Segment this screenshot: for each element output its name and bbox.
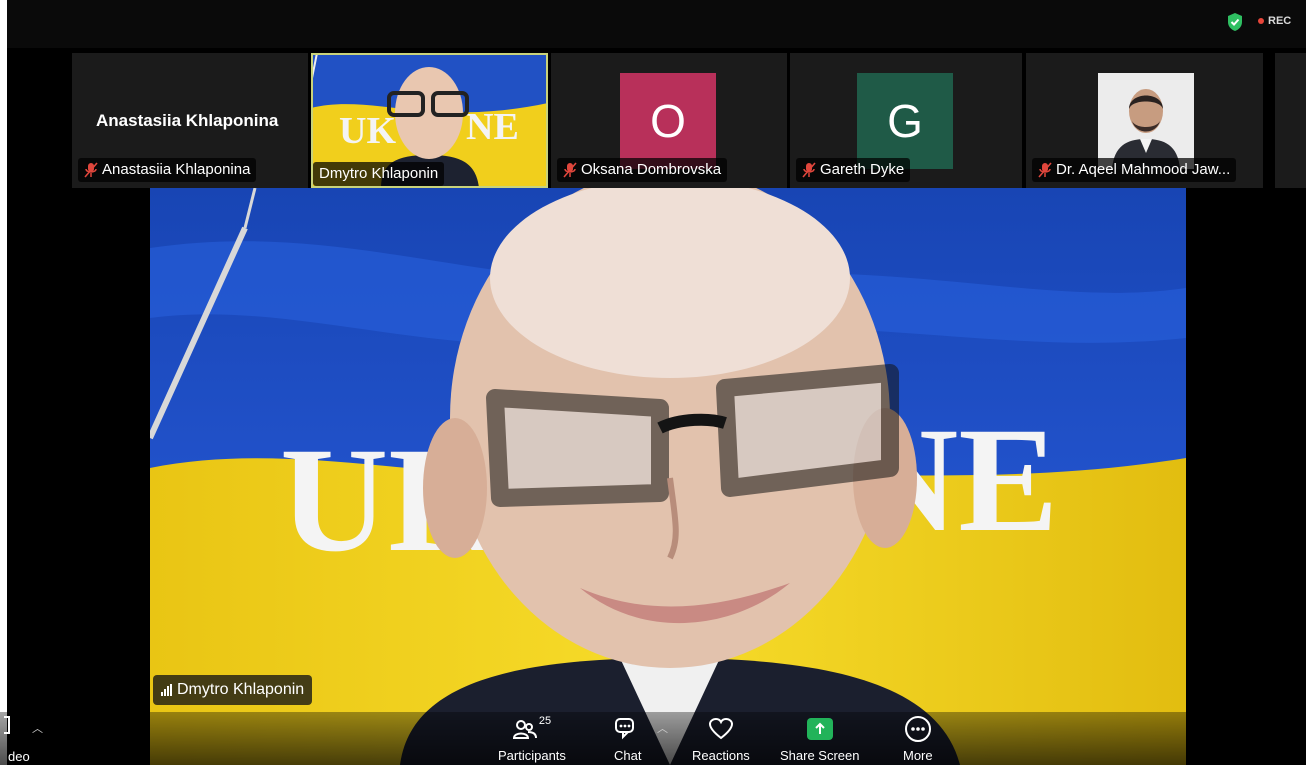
chat-label: Chat bbox=[614, 748, 642, 763]
participant-name-tag: Oksana Dombrovska bbox=[557, 158, 728, 182]
video-options-caret-icon[interactable]: ︿ bbox=[32, 720, 43, 736]
video-control-icon[interactable] bbox=[4, 716, 10, 734]
participant-tile-anastasiia[interactable]: Anastasiia Khlaponina Anastasiia Khlapon… bbox=[72, 53, 308, 188]
video-button-label[interactable]: deo bbox=[8, 749, 30, 764]
meeting-top-bar bbox=[7, 0, 1306, 48]
participants-count: 25 bbox=[538, 715, 552, 727]
recording-dot-icon bbox=[1258, 18, 1264, 24]
chat-icon bbox=[614, 718, 634, 740]
participant-tile-gareth[interactable]: G Gareth Dyke bbox=[790, 53, 1022, 188]
more-label: More bbox=[903, 748, 933, 763]
more-ellipsis-icon bbox=[904, 716, 931, 742]
meeting-toolbar bbox=[0, 712, 1306, 765]
security-shield-icon[interactable] bbox=[1226, 12, 1244, 32]
participant-name-tag: Dr. Aqeel Mahmood Jaw... bbox=[1032, 158, 1237, 182]
reactions-button[interactable]: Reactions bbox=[692, 714, 750, 763]
participant-name-tag: Anastasiia Khlaponina bbox=[78, 158, 257, 182]
svg-text:UK: UK bbox=[339, 110, 396, 152]
participants-icon bbox=[512, 720, 537, 739]
share-screen-button[interactable]: Share Screen bbox=[780, 714, 860, 763]
mic-muted-icon bbox=[84, 162, 98, 178]
participant-name: Oksana Dombrovska bbox=[581, 161, 722, 178]
more-button[interactable]: More bbox=[903, 714, 933, 763]
mic-muted-icon bbox=[1038, 162, 1052, 178]
participant-profile-photo bbox=[1098, 73, 1194, 169]
chat-button[interactable]: Chat bbox=[614, 714, 641, 763]
participant-name: Dmytro Khlaponin bbox=[319, 165, 439, 182]
svg-text:NE: NE bbox=[466, 106, 519, 148]
participant-display-name: Anastasiia Khlaponina bbox=[96, 111, 279, 130]
active-speaker-name: Dmytro Khlaponin bbox=[177, 681, 305, 698]
reactions-label: Reactions bbox=[692, 748, 750, 763]
participant-name: Gareth Dyke bbox=[820, 161, 905, 178]
avatar: O bbox=[620, 73, 716, 169]
participants-button[interactable]: 25 Participants bbox=[498, 714, 566, 763]
participant-name: Anastasiia Khlaponina bbox=[102, 161, 251, 178]
active-speaker-name-tag: Dmytro Khlaponin bbox=[153, 675, 313, 705]
strip-next-page-button[interactable] bbox=[1275, 53, 1306, 188]
mic-muted-icon bbox=[802, 162, 816, 178]
share-screen-icon bbox=[806, 718, 833, 740]
participant-name-tag: Dmytro Khlaponin bbox=[313, 162, 445, 186]
participant-tile-oksana[interactable]: O Oksana Dombrovska bbox=[551, 53, 787, 188]
network-signal-icon bbox=[161, 684, 172, 696]
participant-tile-aqeel[interactable]: Dr. Aqeel Mahmood Jaw... bbox=[1026, 53, 1263, 188]
participant-name: Dr. Aqeel Mahmood Jaw... bbox=[1056, 161, 1231, 178]
participant-tile-dmytro[interactable]: UK NE Dmytro Khlaponin bbox=[311, 53, 548, 188]
share-screen-label: Share Screen bbox=[780, 748, 860, 763]
mic-muted-icon bbox=[563, 162, 577, 178]
participant-name-tag: Gareth Dyke bbox=[796, 158, 911, 182]
reactions-heart-icon bbox=[708, 717, 733, 740]
window-left-edge bbox=[0, 0, 7, 765]
participants-label: Participants bbox=[498, 748, 566, 763]
recording-indicator[interactable]: REC bbox=[1258, 15, 1291, 27]
chat-options-caret-icon[interactable]: ︿ bbox=[657, 720, 668, 736]
avatar: G bbox=[857, 73, 953, 169]
recording-label: REC bbox=[1268, 15, 1292, 27]
